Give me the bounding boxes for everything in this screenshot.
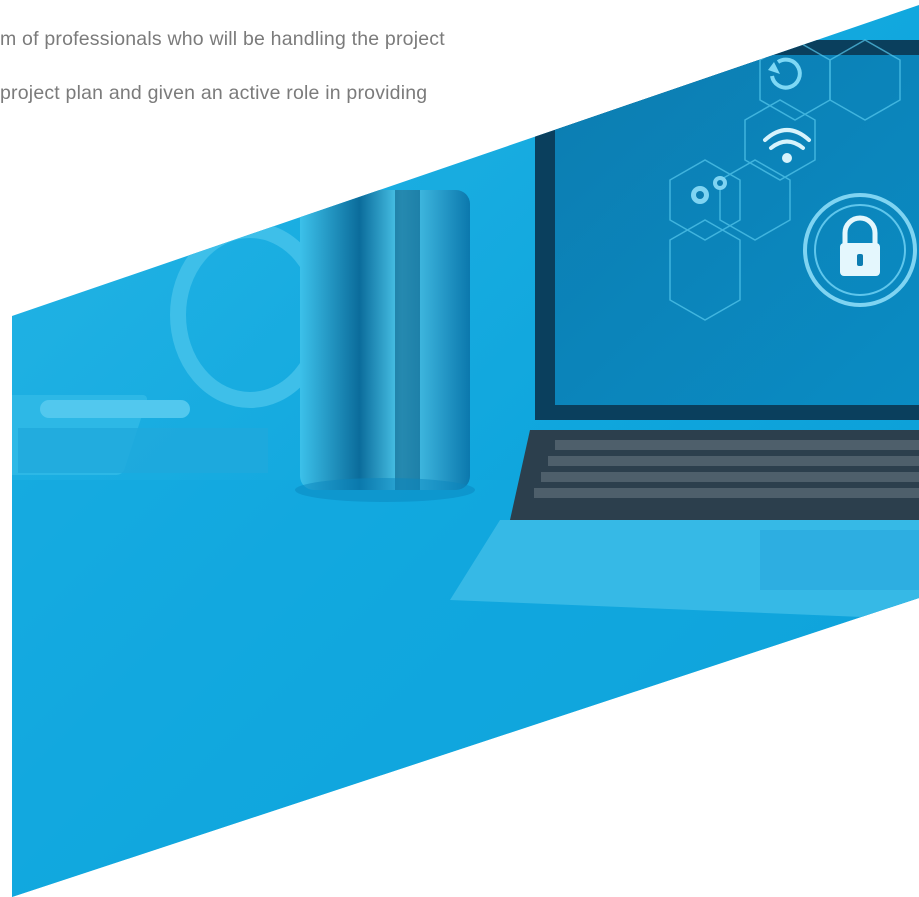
document-page: m of professionals who will be handling … [0,0,919,897]
hero-image [12,5,919,897]
